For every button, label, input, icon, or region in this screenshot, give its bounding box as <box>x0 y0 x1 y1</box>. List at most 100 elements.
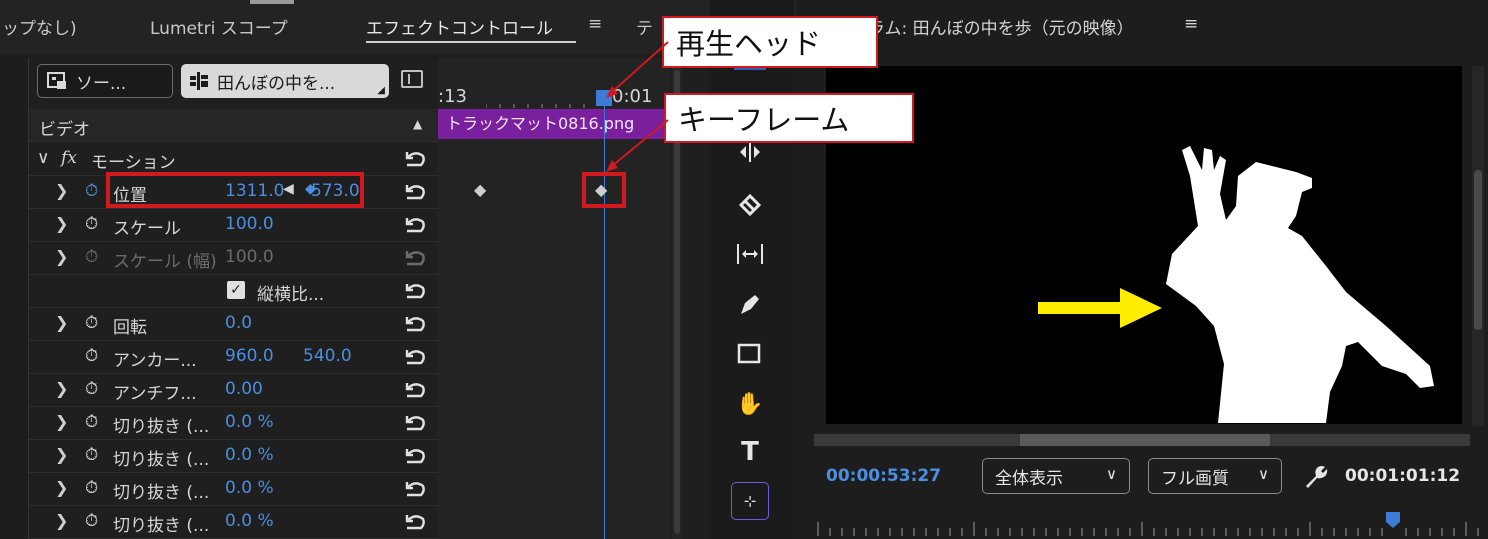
clip-button[interactable]: 田んぼの中を... ◢ <box>181 64 389 98</box>
clip-button-label: 田んぼの中を... <box>217 73 336 94</box>
reset-icon[interactable] <box>403 380 427 398</box>
stopwatch-icon[interactable]: ⏱ <box>85 412 98 432</box>
stopwatch-icon-disabled: ⏱ <box>85 247 99 267</box>
reset-icon[interactable] <box>403 413 427 431</box>
chevron-down-icon: ∨ <box>1258 465 1269 483</box>
timeline-start-timecode: :13 <box>438 86 467 107</box>
panel-toggle-icon[interactable] <box>401 70 423 88</box>
track-matte-tool-icon[interactable]: ⊹ <box>734 485 766 517</box>
slip-tool-icon[interactable] <box>734 238 766 270</box>
stopwatch-icon-active[interactable]: ⏱ <box>85 181 98 201</box>
reset-icon[interactable] <box>403 446 427 464</box>
source-icon <box>47 72 66 89</box>
type-tool-icon[interactable]: T <box>734 436 766 468</box>
property-row-crop-4[interactable]: ❯ ⏱ 切り抜き (... 0.0 % <box>29 505 439 539</box>
property-row-scale[interactable]: ❯ ⏱ スケール 100.0 <box>29 208 439 242</box>
reset-icon[interactable] <box>403 149 427 167</box>
dropdown-corner-icon: ◢ <box>377 85 385 96</box>
hand-tool-icon[interactable]: ✋ <box>734 388 766 420</box>
razor-tool-icon[interactable] <box>734 188 766 220</box>
stopwatch-icon[interactable]: ⏱ <box>85 478 98 498</box>
motion-effect-row[interactable]: ∨ fx モーション <box>29 142 439 176</box>
stopwatch-icon[interactable]: ⏱ <box>85 346 98 366</box>
source-button-label: ソー... <box>76 73 127 94</box>
timeline-ticks <box>486 104 585 108</box>
property-label: 切り抜き (... <box>113 450 210 470</box>
chevron-right-icon[interactable]: ❯ <box>55 247 68 266</box>
chevron-right-icon[interactable]: ❯ <box>55 379 68 398</box>
crop-value[interactable]: 0.0 % <box>225 412 274 432</box>
monitor-title[interactable]: ラム: 田んぼの中を歩（元の映像） <box>868 14 1134 39</box>
reset-icon-disabled <box>405 251 425 266</box>
tab-clip-mixer[interactable]: ップなし) <box>2 14 77 39</box>
chevron-right-icon[interactable]: ❯ <box>55 412 68 431</box>
anchor-y-value[interactable]: 540.0 <box>303 346 352 366</box>
stopwatch-icon[interactable]: ⏱ <box>85 511 98 531</box>
rectangle-tool-icon[interactable] <box>734 338 766 370</box>
property-label: スケール (幅) <box>113 252 217 272</box>
stopwatch-icon[interactable]: ⏱ <box>85 214 98 234</box>
monitor-scrollbar-vertical-thumb[interactable] <box>1474 170 1482 330</box>
reset-icon[interactable] <box>403 512 427 530</box>
stopwatch-icon[interactable]: ⏱ <box>85 313 98 333</box>
current-timecode[interactable]: 00:00:53:27 <box>826 466 941 486</box>
tab-effect-controls[interactable]: エフェクトコントロール <box>366 14 553 39</box>
tab-next[interactable]: テ <box>636 14 653 39</box>
chevron-right-icon[interactable]: ❯ <box>55 181 68 200</box>
annotation-arrows <box>606 41 669 172</box>
stopwatch-icon[interactable]: ⏱ <box>85 445 98 465</box>
chevron-right-icon[interactable]: ❯ <box>55 478 68 497</box>
crop-value[interactable]: 0.0 % <box>225 511 274 531</box>
reset-icon[interactable] <box>403 281 427 299</box>
playback-quality-select[interactable]: フル画質 ∨ <box>1148 458 1282 494</box>
chevron-right-icon[interactable]: ❯ <box>55 313 68 332</box>
antiflicker-value[interactable]: 0.00 <box>225 379 263 399</box>
chevron-right-icon[interactable]: ❯ <box>55 214 68 233</box>
tab-lumetri-scopes[interactable]: Lumetri スコープ <box>150 14 288 39</box>
scroll-grip <box>250 0 294 4</box>
scale-width-value: 100.0 <box>225 247 274 267</box>
section-header-video[interactable]: ビデオ ▲ <box>29 109 439 142</box>
position-highlight-box <box>106 172 364 208</box>
rotation-value[interactable]: 0.0 <box>225 313 252 333</box>
crop-value[interactable]: 0.0 % <box>225 445 274 465</box>
monitor-menu-icon[interactable]: ≡ <box>1184 14 1198 34</box>
wrench-icon[interactable] <box>1302 464 1328 490</box>
anchor-x-value[interactable]: 960.0 <box>225 346 274 366</box>
property-row-crop-3[interactable]: ❯ ⏱ 切り抜き (... 0.0 % <box>29 472 439 506</box>
reset-icon[interactable] <box>403 479 427 497</box>
property-row-scale-width: ❯ ⏱ スケール (幅) 100.0 <box>29 241 439 275</box>
monitor-time-ruler[interactable] <box>816 510 1482 539</box>
property-row-crop-1[interactable]: ❯ ⏱ 切り抜き (... 0.0 % <box>29 406 439 440</box>
chevron-down-icon: ∨ <box>1106 465 1117 483</box>
chevron-down-icon[interactable]: ∨ <box>37 148 49 168</box>
source-button[interactable]: ソー... <box>37 64 173 98</box>
property-row-crop-2[interactable]: ❯ ⏱ 切り抜き (... 0.0 % <box>29 439 439 473</box>
tab-menu-icon[interactable]: ≡ <box>588 14 602 34</box>
property-row-uniform-scale[interactable]: ✓ 縦横比... <box>29 274 439 308</box>
zoom-level-select[interactable]: 全体表示 ∨ <box>982 458 1130 494</box>
reset-icon[interactable] <box>403 314 427 332</box>
crop-value[interactable]: 0.0 % <box>225 478 274 498</box>
collapse-up-icon[interactable]: ▲ <box>413 117 422 131</box>
property-label: 回転 <box>113 318 147 338</box>
reset-icon[interactable] <box>403 347 427 365</box>
property-row-rotation[interactable]: ❯ ⏱ 回転 0.0 <box>29 307 439 341</box>
uniform-scale-checkbox[interactable]: ✓ <box>227 281 245 299</box>
pen-tool-icon[interactable] <box>734 288 766 320</box>
reset-icon[interactable] <box>403 182 427 200</box>
keyframe-diamond-icon[interactable]: ◆ <box>474 180 486 199</box>
stopwatch-icon[interactable]: ⏱ <box>85 379 98 399</box>
monitor-scrollbar-horizontal-thumb[interactable] <box>1020 434 1270 446</box>
reset-icon[interactable] <box>403 215 427 233</box>
video-preview[interactable] <box>826 66 1462 424</box>
monitor-playhead[interactable] <box>1386 512 1400 528</box>
fx-icon[interactable]: fx <box>61 148 77 168</box>
chevron-right-icon[interactable]: ❯ <box>55 511 68 530</box>
quality-label: フル画質 <box>1161 468 1229 489</box>
scale-value[interactable]: 100.0 <box>225 214 274 234</box>
property-row-antiflicker[interactable]: ❯ ⏱ アンチフ... 0.00 <box>29 373 439 407</box>
property-row-anchor[interactable]: ⏱ アンカー... 960.0 540.0 <box>29 340 439 374</box>
chevron-right-icon[interactable]: ❯ <box>55 445 68 464</box>
yellow-arrow-icon <box>1038 288 1162 328</box>
